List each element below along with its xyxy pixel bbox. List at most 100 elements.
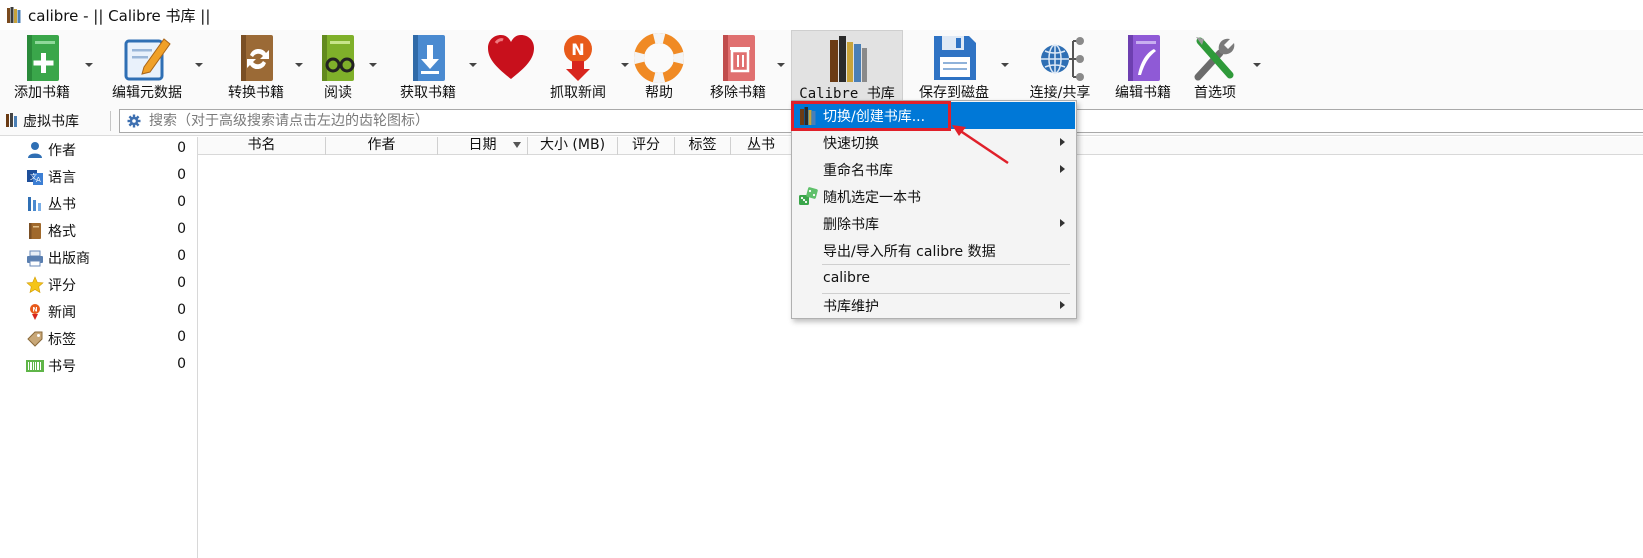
sort-descending-icon xyxy=(513,142,521,148)
remove-book-icon xyxy=(723,35,755,81)
virtual-library-button[interactable]: 虚拟书库 xyxy=(5,111,79,131)
sidebar-item-label: 语言 xyxy=(48,170,76,186)
svg-text:N: N xyxy=(571,40,584,59)
sidebar-item-count: 0 xyxy=(177,356,186,372)
edit-book-icon xyxy=(1128,35,1160,81)
virtual-library-label: 虚拟书库 xyxy=(23,114,79,130)
column-header-rating[interactable]: 评分 xyxy=(618,137,675,155)
fetch-news-icon: N xyxy=(564,35,592,81)
column-header-tags[interactable]: 标签 xyxy=(675,137,731,155)
column-header-label: 评分 xyxy=(632,137,660,153)
menu-item-label: 重命名书库 xyxy=(823,163,893,179)
library-books-icon xyxy=(830,36,867,82)
svg-text:A: A xyxy=(36,176,41,184)
get-books-dropdown-arrow[interactable] xyxy=(468,60,478,70)
save-to-disk-dropdown-arrow[interactable] xyxy=(1000,60,1010,70)
menu-item-random-book[interactable]: 随机选定一本书 xyxy=(793,183,1075,210)
sidebar-item-publisher[interactable]: 出版商 0 xyxy=(0,245,198,272)
preferences-label: 首选项 xyxy=(1194,85,1236,101)
preferences-dropdown-arrow[interactable] xyxy=(1252,60,1262,70)
sidebar-item-count: 0 xyxy=(177,329,186,345)
help-label: 帮助 xyxy=(645,85,673,101)
read-book-button[interactable]: 阅读 xyxy=(312,30,364,106)
column-header-title[interactable]: 书名 xyxy=(198,137,326,155)
sidebar-item-languages[interactable]: 文 A 语言 0 xyxy=(0,164,198,191)
news-icon: N xyxy=(30,304,40,320)
column-header-label: 标签 xyxy=(688,137,717,153)
fetch-news-button[interactable]: N 抓取新闻 xyxy=(540,30,616,106)
sidebar-item-label: 评分 xyxy=(48,278,76,294)
sidebar-item-formats[interactable]: 格式 0 xyxy=(0,218,198,245)
svg-text:N: N xyxy=(32,307,37,314)
annotation-arrow-icon xyxy=(952,125,1009,165)
add-book-button[interactable]: 添加书籍 xyxy=(4,30,80,106)
menu-item-delete-library[interactable]: 删除书库 xyxy=(793,210,1075,237)
save-disk-icon xyxy=(934,36,976,80)
sidebar-item-count: 0 xyxy=(177,248,186,264)
connect-share-icon xyxy=(1041,37,1084,81)
convert-book-icon xyxy=(241,35,273,81)
remove-book-button[interactable]: 移除书籍 xyxy=(700,30,776,106)
menu-item-rename-library[interactable]: 重命名书库 xyxy=(793,156,1075,183)
sidebar-item-label: 出版商 xyxy=(48,251,90,267)
preferences-tools-icon xyxy=(1194,37,1235,81)
sidebar-item-series[interactable]: 丛书 0 xyxy=(0,191,198,218)
donate-button[interactable] xyxy=(484,30,538,106)
menu-item-label: 快速切换 xyxy=(823,136,879,152)
get-books-label: 获取书籍 xyxy=(400,85,456,101)
menu-item-calibre-library[interactable]: calibre xyxy=(793,266,1075,293)
add-book-dropdown-arrow[interactable] xyxy=(84,60,94,70)
sidebar-item-authors[interactable]: 作者 0 xyxy=(0,137,198,164)
edit-book-label: 编辑书籍 xyxy=(1115,85,1171,101)
edit-metadata-dropdown-arrow[interactable] xyxy=(194,60,204,70)
menu-item-label: 书库维护 xyxy=(823,299,879,315)
menu-item-quick-switch[interactable]: 快速切换 xyxy=(793,129,1075,156)
column-header-label: 书名 xyxy=(247,137,276,153)
sidebar-item-news[interactable]: N 新闻 0 xyxy=(0,299,198,326)
convert-book-label: 转换书籍 xyxy=(228,85,284,101)
sidebar-item-isbn[interactable]: 书号 0 xyxy=(0,353,198,380)
edit-book-button[interactable]: 编辑书籍 xyxy=(1110,30,1176,106)
column-header-label: 日期 xyxy=(468,137,497,153)
sidebar-item-tags[interactable]: 标签 0 xyxy=(0,326,198,353)
column-header-date[interactable]: 日期 xyxy=(438,137,528,155)
sidebar-item-label: 作者 xyxy=(48,143,76,159)
column-header-size[interactable]: 大小 (MB) xyxy=(528,137,618,155)
menu-separator xyxy=(822,264,1070,265)
column-header-series[interactable]: 丛书 xyxy=(731,137,791,155)
read-book-dropdown-arrow[interactable] xyxy=(368,60,378,70)
gear-icon[interactable] xyxy=(127,114,141,128)
random-dice-icon xyxy=(799,187,818,205)
calibre-app-icon xyxy=(7,7,21,23)
sidebar-item-count: 0 xyxy=(177,302,186,318)
read-book-icon xyxy=(322,35,355,81)
preferences-button[interactable]: 首选项 xyxy=(1182,30,1248,106)
calibre-library-button[interactable]: Calibre 书库 xyxy=(791,30,903,106)
convert-book-dropdown-arrow[interactable] xyxy=(294,60,304,70)
column-header-authors[interactable]: 作者 xyxy=(326,137,438,155)
get-books-button[interactable]: 获取书籍 xyxy=(392,30,464,106)
menu-item-export-import-data[interactable]: 导出/导入所有 calibre 数据 xyxy=(793,237,1075,264)
sidebar-item-label: 书号 xyxy=(48,359,76,375)
save-to-disk-button[interactable]: 保存到磁盘 xyxy=(910,30,998,106)
search-input[interactable] xyxy=(147,111,1347,131)
sidebar-item-count: 0 xyxy=(177,194,186,210)
formats-icon xyxy=(29,223,41,239)
help-button[interactable]: 帮助 xyxy=(632,30,686,106)
sidebar-item-label: 丛书 xyxy=(48,197,76,213)
isbn-barcode-icon xyxy=(26,360,44,372)
library-dropdown-menu: 切换/创建书库... 快速切换 重命名书库 随机选定一本书 删除书库 导出/导入… xyxy=(791,100,1077,319)
convert-book-button[interactable]: 转换书籍 xyxy=(218,30,294,106)
remove-book-dropdown-arrow[interactable] xyxy=(776,60,786,70)
edit-metadata-button[interactable]: 编辑元数据 xyxy=(104,30,190,106)
fetch-news-label: 抓取新闻 xyxy=(550,85,606,101)
tags-icon xyxy=(27,331,43,347)
publisher-icon xyxy=(27,250,43,267)
read-book-label: 阅读 xyxy=(324,85,352,101)
sidebar-item-rating[interactable]: 评分 0 xyxy=(0,272,198,299)
submenu-arrow-icon xyxy=(1060,301,1065,309)
column-header-label: 作者 xyxy=(367,137,396,153)
fetch-news-dropdown-arrow[interactable] xyxy=(620,60,630,70)
connect-share-button[interactable]: 连接/共享 xyxy=(1020,30,1100,106)
menu-item-library-maintenance[interactable]: 书库维护 xyxy=(793,292,1075,319)
